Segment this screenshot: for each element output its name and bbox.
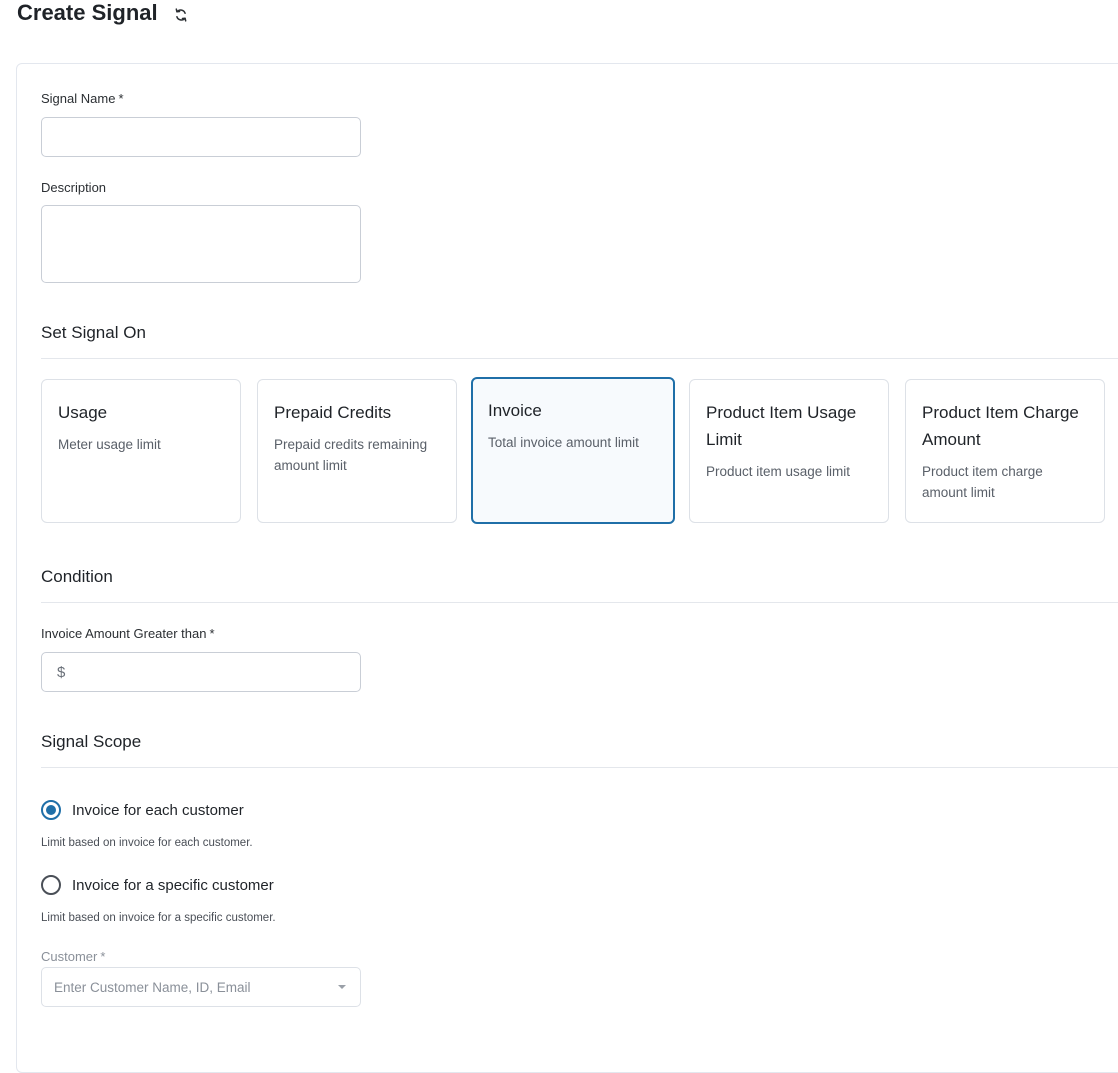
radio-button[interactable] (41, 875, 61, 895)
invoice-amount-field[interactable]: $ (41, 652, 361, 692)
scope-specific-customer-option[interactable]: Invoice for a specific customer (41, 875, 274, 895)
scope-each-customer-helper: Limit based on invoice for each customer… (41, 837, 253, 849)
signal-name-label: Signal Name * (41, 91, 124, 106)
signal-type-invoice-card[interactable]: Invoice Total invoice amount limit (471, 377, 675, 524)
required-mark: * (209, 626, 215, 641)
form-card: Signal Name * Description Set Signal On U… (16, 63, 1118, 1073)
scope-each-customer-option[interactable]: Invoice for each customer (41, 800, 244, 820)
customer-label-text: Customer (41, 949, 98, 964)
signal-type-title: Prepaid Credits (274, 403, 392, 422)
signal-type-usage-card[interactable]: Usage Meter usage limit (41, 379, 241, 523)
signal-type-product-item-charge-card[interactable]: Product Item Charge Amount Product item … (905, 379, 1105, 523)
required-mark: * (100, 949, 106, 964)
description-label: Description (41, 180, 107, 195)
customer-select-placeholder: Enter Customer Name, ID, Email (54, 979, 251, 995)
description-input[interactable] (41, 205, 361, 283)
page-title: Create Signal (17, 0, 158, 25)
section-divider (41, 602, 1118, 603)
signal-scope-title: Signal Scope (41, 732, 142, 751)
customer-label: Customer * (41, 949, 105, 964)
signal-type-title: Product Item Usage Limit (706, 403, 857, 449)
customer-select[interactable]: Enter Customer Name, ID, Email (41, 967, 361, 1007)
signal-type-product-item-usage-card[interactable]: Product Item Usage Limit Product item us… (689, 379, 889, 523)
page-header: Create Signal (17, 0, 190, 26)
chevron-down-icon (338, 985, 346, 989)
signal-type-description: Product item usage limit (706, 464, 851, 479)
required-mark: * (118, 91, 124, 106)
radio-dot (46, 805, 56, 815)
scope-specific-customer-helper: Limit based on invoice for a specific cu… (41, 912, 276, 924)
radio-label: Invoice for a specific customer (72, 876, 274, 894)
invoice-amount-input[interactable] (71, 653, 360, 691)
invoice-amount-label: Invoice Amount Greater than * (41, 626, 215, 641)
signal-type-title: Usage (58, 403, 108, 422)
radio-label: Invoice for each customer (72, 801, 244, 819)
signal-type-prepaid-credits-card[interactable]: Prepaid Credits Prepaid credits remainin… (257, 379, 457, 523)
signal-name-input[interactable] (41, 117, 361, 157)
refresh-icon[interactable] (172, 6, 190, 24)
signal-type-description: Total invoice amount limit (488, 435, 639, 450)
invoice-amount-label-text: Invoice Amount Greater than (41, 626, 207, 641)
section-divider (41, 358, 1118, 359)
signal-name-label-text: Signal Name (41, 91, 116, 106)
signal-type-description: Meter usage limit (58, 437, 161, 452)
signal-type-description: Prepaid credits remaining amount limit (274, 437, 428, 473)
signal-type-description: Product item charge amount limit (922, 464, 1043, 500)
condition-title: Condition (41, 567, 113, 586)
signal-type-title: Invoice (488, 401, 542, 420)
currency-prefix: $ (57, 663, 66, 681)
section-divider (41, 767, 1118, 768)
set-signal-on-title: Set Signal On (41, 323, 146, 342)
signal-type-title: Product Item Charge Amount (922, 403, 1079, 449)
radio-button-checked[interactable] (41, 800, 61, 820)
